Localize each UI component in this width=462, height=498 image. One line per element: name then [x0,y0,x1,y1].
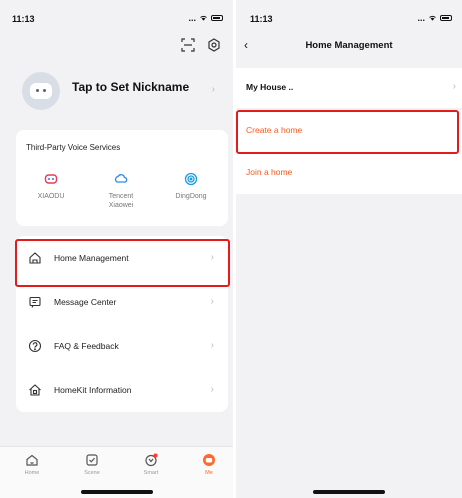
chevron-right-icon: › [210,384,214,395]
battery-icon [440,15,452,21]
nickname-label[interactable]: Tap to Set Nickname [72,80,189,94]
highlight-box [236,110,459,154]
menu-label: HomeKit Information [54,385,132,395]
home-management-screen: 11:13 ... ‹ Home Management My House .. … [236,0,462,498]
voice-services-card: Third-Party Voice Services XIAODU Tencen… [16,130,228,226]
menu-item-homekit-information[interactable]: HomeKit Information › [16,368,228,412]
dingdong-icon [184,172,198,186]
message-icon [28,295,42,309]
status-time: 11:13 [250,14,273,24]
chevron-right-icon: › [210,340,214,351]
service-tencent-xiaowei[interactable]: Tencent Xiaowei [86,172,156,210]
join-home-button[interactable]: Join a home [236,152,462,194]
menu-label: FAQ & Feedback [54,341,119,351]
homekit-icon [28,383,42,397]
house-label: My House .. [246,82,294,92]
navigation-bar: ‹ Home Management [236,30,462,60]
voice-services-title: Third-Party Voice Services [26,143,121,152]
menu-item-faq-feedback[interactable]: FAQ & Feedback › [16,324,228,368]
home-tab-icon [25,453,39,467]
tencent-xiaowei-icon [114,172,128,186]
scene-tab-icon [85,453,99,467]
battery-icon [211,15,223,21]
signal-dots: ... [417,13,425,23]
service-xiaodu[interactable]: XIAODU [16,172,86,201]
home-indicator [313,490,385,494]
avatar[interactable] [22,72,60,110]
house-row[interactable]: My House .. › [236,68,462,108]
tab-scene[interactable]: Scene [74,453,110,476]
tab-home[interactable]: Home [14,453,50,476]
chevron-right-icon: › [211,84,215,95]
settings-gear-icon[interactable] [207,38,221,52]
profile-row[interactable]: Tap to Set Nickname › [18,66,219,116]
xiaodu-icon [44,172,58,186]
chevron-right-icon: › [452,81,456,92]
chevron-right-icon: › [210,296,214,307]
highlight-box [15,239,230,287]
wifi-icon [428,13,437,23]
status-time: 11:13 [12,14,35,24]
service-dingdong[interactable]: DingDong [156,172,226,201]
tab-bar: Home Scene Smart Me [0,446,233,498]
signal-dots: ... [188,13,196,23]
me-screen: 11:13 ... Tap to Set Nickname › Third-Pa… [0,0,233,498]
menu-label: Message Center [54,297,117,307]
tab-smart[interactable]: Smart [133,453,169,476]
wifi-icon [199,13,208,23]
home-indicator [80,490,153,494]
smart-tab-icon [144,453,158,467]
tab-me[interactable]: Me [191,453,227,476]
status-bar: 11:13 ... [0,0,233,36]
scan-icon[interactable] [181,38,195,52]
help-icon [28,339,42,353]
me-tab-icon [202,453,216,467]
page-title: Home Management [305,40,393,51]
